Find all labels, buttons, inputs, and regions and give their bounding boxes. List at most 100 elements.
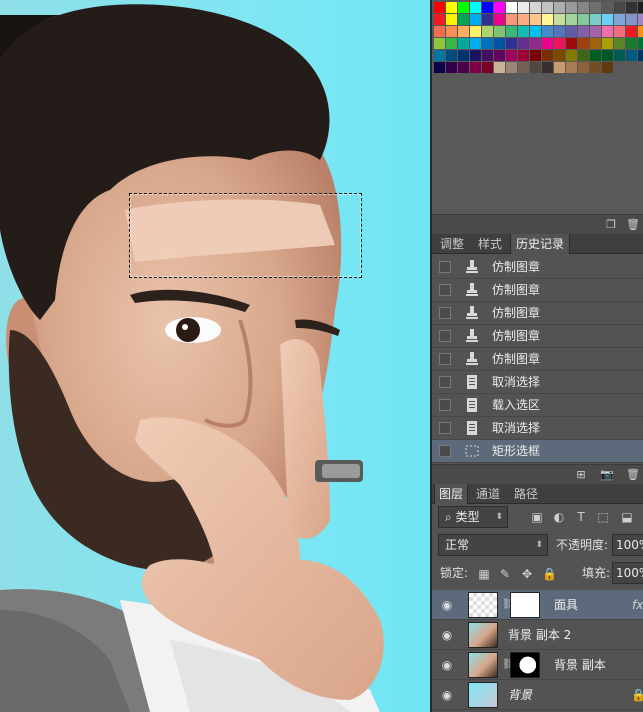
history-item[interactable]: 仿制图章: [432, 302, 643, 325]
history-item[interactable]: 仿制图章: [432, 348, 643, 371]
color-swatch[interactable]: [638, 2, 643, 13]
color-swatch[interactable]: [542, 62, 553, 73]
color-swatch[interactable]: [518, 14, 529, 25]
history-item[interactable]: 矩形选框: [432, 440, 643, 463]
color-swatch[interactable]: [530, 26, 541, 37]
type-filter-icon[interactable]: T: [574, 510, 588, 524]
color-swatch[interactable]: [566, 50, 577, 61]
color-swatch[interactable]: [554, 14, 565, 25]
history-source-checkbox[interactable]: [439, 261, 451, 273]
trash-icon[interactable]: 🗑: [626, 468, 640, 482]
color-swatch[interactable]: [530, 14, 541, 25]
color-swatch[interactable]: [506, 50, 517, 61]
color-swatch[interactable]: [542, 50, 553, 61]
color-swatch[interactable]: [626, 38, 637, 49]
color-swatch[interactable]: [470, 62, 481, 73]
layer-row[interactable]: ◉ ⛓ 面具 fx: [432, 590, 643, 620]
color-swatch[interactable]: [602, 50, 613, 61]
color-swatch[interactable]: [590, 2, 601, 13]
color-swatch[interactable]: [554, 26, 565, 37]
history-item[interactable]: 取消选择: [432, 371, 643, 394]
tab-layers[interactable]: 图层: [434, 484, 468, 504]
layer-row[interactable]: ◉ ⛓ 背景 副本: [432, 650, 643, 680]
layer-thumbnail[interactable]: [468, 622, 498, 648]
color-swatch[interactable]: [578, 2, 589, 13]
color-swatch[interactable]: [446, 14, 457, 25]
color-swatch[interactable]: [638, 26, 643, 37]
layer-row[interactable]: ◉ 背景 副本 2: [432, 620, 643, 650]
color-swatch[interactable]: [578, 50, 589, 61]
history-source-checkbox[interactable]: [439, 422, 451, 434]
color-swatch[interactable]: [614, 50, 625, 61]
color-swatch[interactable]: [578, 26, 589, 37]
color-swatch[interactable]: [566, 62, 577, 73]
color-swatch[interactable]: [434, 2, 445, 13]
tab-channels[interactable]: 通道: [470, 484, 506, 504]
color-swatch[interactable]: [434, 14, 445, 25]
lock-position-move-icon[interactable]: ✥: [520, 567, 534, 581]
color-swatch[interactable]: [482, 38, 493, 49]
fill-input[interactable]: 100%: [612, 562, 643, 584]
color-swatch[interactable]: [506, 62, 517, 73]
color-swatch[interactable]: [554, 38, 565, 49]
color-swatch[interactable]: [530, 2, 541, 13]
color-swatch[interactable]: [554, 2, 565, 13]
layer-mask-thumbnail[interactable]: [510, 652, 540, 678]
color-swatch[interactable]: [458, 26, 469, 37]
history-source-checkbox[interactable]: [439, 307, 451, 319]
color-swatch[interactable]: [458, 50, 469, 61]
color-swatch[interactable]: [458, 38, 469, 49]
document-canvas[interactable]: [0, 0, 430, 712]
color-swatch[interactable]: [434, 62, 445, 73]
color-swatch[interactable]: [482, 62, 493, 73]
camera-snapshot-icon[interactable]: 📷: [600, 468, 614, 482]
lock-all-icon[interactable]: 🔒: [542, 567, 557, 581]
visibility-eye-icon[interactable]: ◉: [440, 628, 454, 642]
color-swatch[interactable]: [530, 62, 541, 73]
history-item[interactable]: 取消选择: [432, 417, 643, 440]
color-swatch[interactable]: [602, 62, 613, 73]
history-source-checkbox[interactable]: [439, 445, 451, 457]
new-swatch-icon[interactable]: ❐: [604, 218, 618, 232]
color-swatch[interactable]: [494, 38, 505, 49]
color-swatch[interactable]: [518, 50, 529, 61]
color-swatch[interactable]: [566, 26, 577, 37]
color-swatch[interactable]: [626, 14, 637, 25]
color-swatch[interactable]: [518, 2, 529, 13]
visibility-eye-icon[interactable]: ◉: [440, 658, 454, 672]
layer-thumbnail[interactable]: [468, 652, 498, 678]
color-swatch[interactable]: [446, 2, 457, 13]
layer-filter-select[interactable]: ⌕ 类型 ⬍: [438, 506, 508, 528]
history-item[interactable]: 仿制图章: [432, 325, 643, 348]
color-swatch[interactable]: [506, 14, 517, 25]
rectangular-marquee-selection[interactable]: [129, 193, 362, 278]
color-swatch[interactable]: [458, 62, 469, 73]
pixel-filter-icon[interactable]: ▣: [530, 510, 544, 524]
color-swatch[interactable]: [518, 62, 529, 73]
fx-badge[interactable]: fx: [632, 590, 643, 620]
color-swatch[interactable]: [470, 26, 481, 37]
color-swatch[interactable]: [494, 26, 505, 37]
tab-styles[interactable]: 样式: [472, 234, 508, 254]
color-swatch[interactable]: [614, 26, 625, 37]
color-swatch[interactable]: [482, 26, 493, 37]
tab-history[interactable]: 历史记录: [510, 234, 570, 254]
color-swatch[interactable]: [590, 62, 601, 73]
color-swatch[interactable]: [446, 62, 457, 73]
color-swatch[interactable]: [446, 26, 457, 37]
color-swatch[interactable]: [470, 38, 481, 49]
color-swatch[interactable]: [458, 2, 469, 13]
color-swatch[interactable]: [470, 2, 481, 13]
color-swatch[interactable]: [602, 38, 613, 49]
layer-thumbnail[interactable]: [468, 682, 498, 708]
color-swatch[interactable]: [626, 2, 637, 13]
color-swatch[interactable]: [638, 14, 643, 25]
history-source-checkbox[interactable]: [439, 399, 451, 411]
color-swatch[interactable]: [446, 38, 457, 49]
color-swatch[interactable]: [602, 14, 613, 25]
color-swatch[interactable]: [434, 50, 445, 61]
lock-image-pixels-brush-icon[interactable]: ✎: [498, 567, 512, 581]
color-swatch[interactable]: [434, 38, 445, 49]
color-swatch[interactable]: [602, 2, 613, 13]
color-swatch[interactable]: [590, 14, 601, 25]
